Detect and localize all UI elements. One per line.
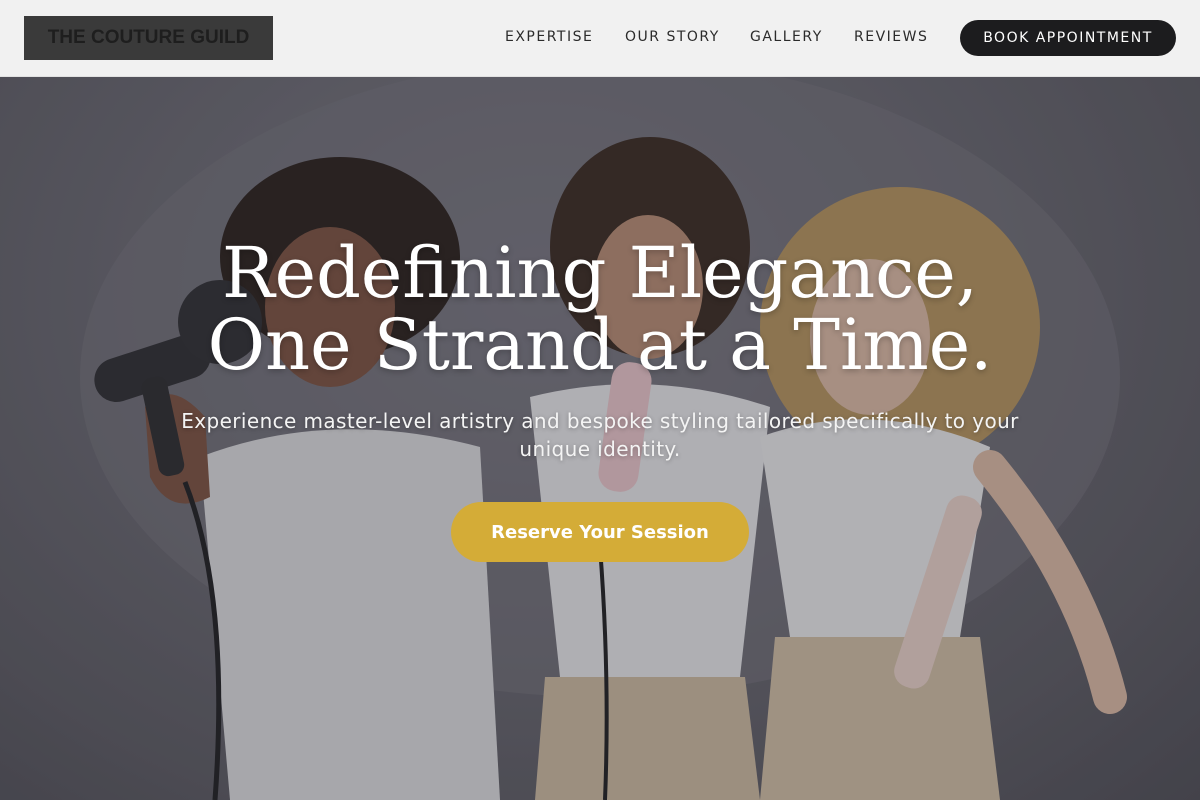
hero-title: Redefining Elegance, One Strand at a Tim… xyxy=(207,232,993,386)
nav-link-our-story[interactable]: OUR STORY xyxy=(625,29,720,45)
hero-subtitle: Experience master-level artistry and bes… xyxy=(181,409,1019,461)
nav-link-gallery[interactable]: GALLERY xyxy=(750,29,823,45)
nav-link-reviews[interactable]: REVIEWS xyxy=(854,29,928,45)
hero-section: Redefining Elegance, One Strand at a Tim… xyxy=(0,77,1200,800)
book-appointment-button[interactable]: BOOK APPOINTMENT xyxy=(960,20,1176,56)
brand-name: THE COUTURE GUILD xyxy=(47,27,250,48)
site-header: THE COUTURE GUILD EXPERTISE OUR STORY GA… xyxy=(0,0,1200,77)
brand-logo[interactable]: THE COUTURE GUILD xyxy=(24,16,273,60)
reserve-session-button[interactable]: Reserve Your Session xyxy=(451,502,749,562)
nav-link-expertise[interactable]: EXPERTISE xyxy=(505,29,593,45)
